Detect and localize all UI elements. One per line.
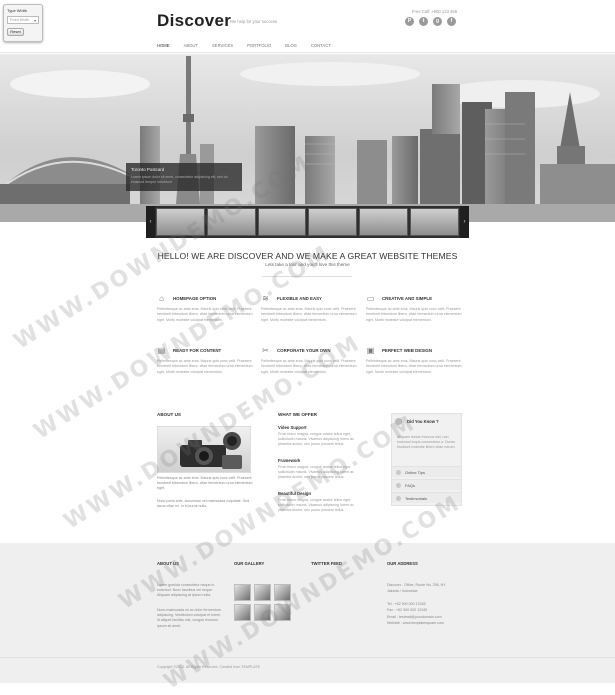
- feature-text: Pellentesque ac ante eros. Mauris quis n…: [366, 307, 462, 322]
- offer-item-title: Video Support: [278, 425, 307, 430]
- bullet-icon: [396, 496, 401, 501]
- google-plus-icon[interactable]: g: [433, 17, 442, 26]
- type-width-label: Type Width: [7, 8, 28, 13]
- nav-portfolio[interactable]: PORTFOLIO: [247, 43, 271, 48]
- hero-caption-title: Toronto Postcard: [131, 167, 165, 172]
- chevron-down-icon: ▾: [33, 18, 36, 23]
- about-title: ABOUT US: [157, 412, 181, 417]
- type-width-select[interactable]: Fixed Width ▾: [7, 16, 39, 24]
- address-line: Jakarta / Indonesia: [387, 589, 418, 593]
- bullet-icon: [396, 470, 401, 475]
- type-width-value: Fixed Width: [10, 18, 29, 22]
- briefcase-icon: ▣: [366, 346, 375, 355]
- feature-title: FLEXIBLE AND EASY: [277, 296, 322, 301]
- nav-home[interactable]: HOME: [157, 43, 170, 48]
- thumbnail[interactable]: [257, 208, 307, 236]
- nav-services[interactable]: SERVICES: [212, 43, 233, 48]
- footer: [0, 543, 615, 683]
- footer-about-text: Nunc malesuada mi ac dolor fermentum adi…: [157, 608, 222, 628]
- tagline: We help for your success: [230, 19, 277, 24]
- footer-address-title: OUR ADDRESS: [387, 561, 418, 566]
- hero-slider[interactable]: [0, 54, 615, 222]
- prev-arrow-icon[interactable]: ‹: [146, 206, 155, 238]
- address-line: Tel : +62 900 000 12345: [387, 602, 426, 606]
- scissors-icon: ✂: [262, 346, 269, 355]
- main-nav: HOME ABOUT SERVICES PORTFOLIO BLOG CONTA…: [157, 43, 345, 48]
- next-arrow-icon[interactable]: ›: [460, 206, 469, 238]
- dyk-item-online-tips[interactable]: Online Tips: [392, 466, 461, 477]
- about-text: Pellentesque ac ante eros. Mauris quis n…: [157, 476, 253, 491]
- feature-text: Pellentesque ac ante eros. Mauris quis n…: [366, 359, 462, 374]
- gallery-thumbnail[interactable]: [234, 584, 251, 601]
- hero-caption-text: Lorem ipsum dolor sit amet, consectetur …: [131, 175, 228, 184]
- feature-title: CREATIVE AND SIMPLE: [382, 296, 433, 301]
- home-icon: ⌂: [159, 294, 164, 303]
- pinterest-icon[interactable]: P: [405, 17, 414, 26]
- skyline-image: [0, 56, 615, 222]
- thumbnail[interactable]: [410, 208, 459, 236]
- thumbnail[interactable]: [359, 208, 409, 236]
- address-line: Fax : +62 900 000 12345: [387, 608, 428, 612]
- about-text: Nunc porta ante, accumsan vel malesuada …: [157, 499, 250, 509]
- address-line[interactable]: Website : www.templatesquare.com: [387, 621, 462, 626]
- thumbnail[interactable]: [308, 208, 358, 236]
- footer-gallery-title: OUR GALLERY: [234, 561, 265, 566]
- nav-divider: [0, 52, 615, 53]
- feature-title: HOMEPAGE OPTION: [173, 296, 217, 301]
- logo[interactable]: Discover: [157, 11, 231, 31]
- bullet-icon: [396, 483, 401, 488]
- twitter-icon[interactable]: t: [419, 17, 428, 26]
- footer-divider: [0, 657, 615, 658]
- feature-text: Pellentesque ac ante eros. Mauris quis n…: [261, 307, 357, 322]
- dyk-item-label: Online Tips: [405, 470, 426, 475]
- nav-blog[interactable]: BLOG: [285, 43, 297, 48]
- dyk-item-label: Testimonials: [405, 496, 428, 501]
- address-line: Discover - Office, Route No. 256, NY: [387, 583, 446, 587]
- free-call-text: Free Call: +900 123 456: [412, 9, 458, 14]
- monitor-icon: ▭: [366, 294, 375, 303]
- offer-title: WHAT WE OFFER: [278, 412, 317, 417]
- address-line[interactable]: Email : testmail@yourdomain.com: [387, 615, 462, 620]
- reset-button[interactable]: Reset: [7, 28, 24, 36]
- nav-about[interactable]: ABOUT: [184, 43, 198, 48]
- dyk-item-label: FAQs: [405, 483, 416, 488]
- facebook-icon[interactable]: f: [447, 17, 456, 26]
- feature-title: PERFECT WEB DESIGN: [382, 348, 433, 353]
- hero-caption: Toronto Postcard Lorem ipsum dolor sit a…: [126, 163, 242, 191]
- type-width-panel: Type Width Fixed Width ▾ Reset: [3, 4, 43, 42]
- gallery-thumbnail[interactable]: [254, 584, 271, 601]
- nav-contact[interactable]: CONTACT: [311, 43, 331, 48]
- dyk-item-faqs[interactable]: FAQs: [392, 479, 461, 490]
